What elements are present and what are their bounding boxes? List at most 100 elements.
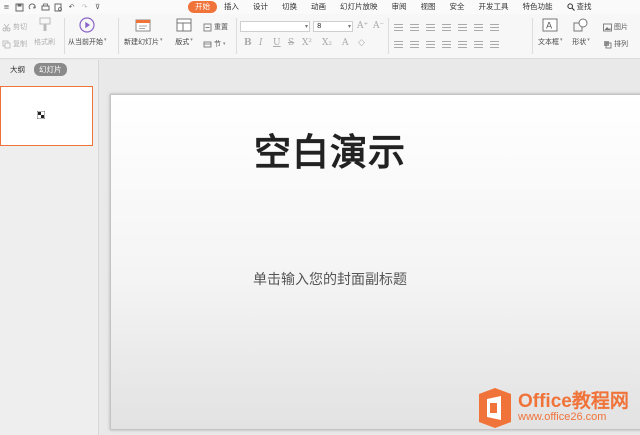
slide-thumbnail[interactable] xyxy=(0,86,93,146)
tab-developer[interactable]: 开发工具 xyxy=(472,1,516,13)
shape-icon xyxy=(572,17,590,33)
cut-label: 剪切 xyxy=(13,23,27,31)
preview-icon[interactable] xyxy=(54,3,63,12)
underline-icon[interactable]: U xyxy=(273,38,281,48)
reset-button[interactable]: 重置 xyxy=(203,22,228,32)
ribbon-divider xyxy=(118,18,119,54)
tab-slides[interactable]: 幻灯片 xyxy=(34,63,67,76)
menu-icon[interactable]: ≡ xyxy=(2,3,11,12)
chevron-down-icon: ▾ xyxy=(190,37,193,43)
numbered-list-icon[interactable] xyxy=(410,24,419,32)
shape-button[interactable]: 形状 ▾ xyxy=(572,17,590,47)
increase-font-icon[interactable]: A⁺ xyxy=(357,21,368,31)
office-logo-icon xyxy=(479,388,511,428)
bullet-list-icon[interactable] xyxy=(394,24,403,32)
font-size-combo[interactable]: 8 ▾ xyxy=(313,21,353,32)
tab-home[interactable]: 开始 xyxy=(188,1,217,13)
superscript-icon[interactable]: X² xyxy=(302,38,312,48)
arrange-label: 排列 xyxy=(614,40,628,48)
bold-icon[interactable]: B xyxy=(244,38,252,48)
layout-button[interactable]: 版式 ▾ xyxy=(175,17,193,47)
undo-icon[interactable]: ↶ xyxy=(67,3,76,12)
svg-text:A: A xyxy=(546,22,553,32)
ribbon-divider xyxy=(64,18,65,54)
layout-icon xyxy=(175,17,193,33)
slide-subtitle[interactable]: 单击输入您的封面副标题 xyxy=(230,269,430,289)
pane-tabs: 大纲 幻灯片 xyxy=(0,63,67,76)
copy-button[interactable]: 复制 xyxy=(2,39,27,49)
decrease-indent-icon[interactable] xyxy=(426,24,435,32)
play-from-current-label: 从当前开始 xyxy=(68,38,103,46)
text-direction-icon[interactable] xyxy=(474,24,483,32)
redo-arrow-icon[interactable]: ↷ xyxy=(80,3,89,12)
section-button[interactable]: 节 ▾ xyxy=(203,39,226,49)
tab-view[interactable]: 视图 xyxy=(414,1,443,13)
print-icon[interactable] xyxy=(41,3,50,12)
tab-animations[interactable]: 动画 xyxy=(304,1,333,13)
text-box-button[interactable]: A 文本框 ▾ xyxy=(538,17,563,47)
italic-icon[interactable]: I xyxy=(259,38,263,48)
save-icon[interactable] xyxy=(15,3,24,12)
tab-search[interactable]: 查找 xyxy=(560,1,599,13)
ribbon-divider xyxy=(388,18,389,54)
thumbnail-placeholder-icon xyxy=(37,111,45,119)
chevron-down-icon: ▾ xyxy=(587,37,590,43)
align-center-icon[interactable] xyxy=(410,41,419,49)
play-from-current-button[interactable]: 从当前开始 ▾ xyxy=(68,17,107,47)
play-from-current-label-wrap: 从当前开始 ▾ xyxy=(68,37,107,47)
copy-label: 复制 xyxy=(13,40,27,48)
format-painter-button[interactable]: 格式刷 xyxy=(34,17,55,47)
tab-security[interactable]: 安全 xyxy=(443,1,472,13)
shape-label-wrap: 形状 ▾ xyxy=(572,37,590,47)
tab-design[interactable]: 设计 xyxy=(246,1,275,13)
paragraph-settings-icon[interactable] xyxy=(490,24,499,32)
slide-title[interactable]: 空白演示 xyxy=(180,122,480,176)
new-slide-label-wrap: 新建幻灯片 ▾ xyxy=(124,37,163,47)
new-slide-button[interactable]: 新建幻灯片 ▾ xyxy=(124,17,163,47)
format-painter-icon xyxy=(36,17,54,33)
tab-transitions[interactable]: 切换 xyxy=(275,1,304,13)
chevron-down-icon: ▾ xyxy=(223,41,226,47)
watermark-url: www.office26.com xyxy=(518,411,607,423)
columns-icon[interactable] xyxy=(474,41,483,49)
format-painter-label: 格式刷 xyxy=(34,38,55,46)
scissors-icon xyxy=(2,23,11,32)
text-box-label: 文本框 xyxy=(538,38,559,46)
ribbon-divider xyxy=(236,18,237,54)
section-label: 节 xyxy=(214,40,221,48)
font-name-combo[interactable]: ▾ xyxy=(240,21,310,32)
align-right-icon[interactable] xyxy=(426,41,435,49)
align-left-icon[interactable] xyxy=(394,41,403,49)
layout-label: 版式 xyxy=(175,38,190,46)
section-icon xyxy=(203,40,212,49)
chevron-down-icon: ▾ xyxy=(104,37,107,43)
font-color-icon[interactable]: A xyxy=(342,38,349,48)
arrange-button[interactable]: 排列 xyxy=(603,39,628,49)
line-spacing-icon[interactable] xyxy=(458,24,467,32)
tab-special-features[interactable]: 特色功能 xyxy=(516,1,560,13)
decrease-font-icon[interactable]: A⁻ xyxy=(373,21,384,31)
vertical-align-icon[interactable] xyxy=(490,41,499,49)
strikethrough-icon[interactable]: S xyxy=(288,38,294,48)
tab-review[interactable]: 审阅 xyxy=(385,1,414,13)
new-slide-icon xyxy=(134,17,152,33)
tab-slideshow[interactable]: 幻灯片放映 xyxy=(333,1,385,13)
cut-button[interactable]: 剪切 xyxy=(2,22,27,32)
subscript-icon[interactable]: X₂ xyxy=(322,38,332,48)
picture-button[interactable]: 图片 xyxy=(603,22,628,32)
text-box-icon: A xyxy=(541,17,559,33)
clear-format-icon[interactable]: ◇ xyxy=(358,38,365,48)
distributed-icon[interactable] xyxy=(458,41,467,49)
redo-icon[interactable] xyxy=(28,2,37,12)
arrange-icon xyxy=(603,40,612,49)
ribbon-tabs: 开始 插入 设计 切换 动画 幻灯片放映 审阅 视图 安全 开发工具 特色功能 … xyxy=(188,0,599,14)
more-icon[interactable]: ⊽ xyxy=(93,3,102,12)
tab-outline[interactable]: 大纲 xyxy=(5,63,30,76)
picture-icon xyxy=(603,23,612,32)
tab-insert[interactable]: 插入 xyxy=(217,1,246,13)
menu-tab-bar: ≡ ↶ ↷ ⊽ 开始 插入 设计 切换 动画 幻灯片放映 审阅 视图 安全 开发… xyxy=(0,0,640,14)
justify-icon[interactable] xyxy=(442,41,451,49)
font-size-value: 8 xyxy=(317,22,322,30)
increase-indent-icon[interactable] xyxy=(442,24,451,32)
chevron-down-icon: ▾ xyxy=(347,23,351,30)
